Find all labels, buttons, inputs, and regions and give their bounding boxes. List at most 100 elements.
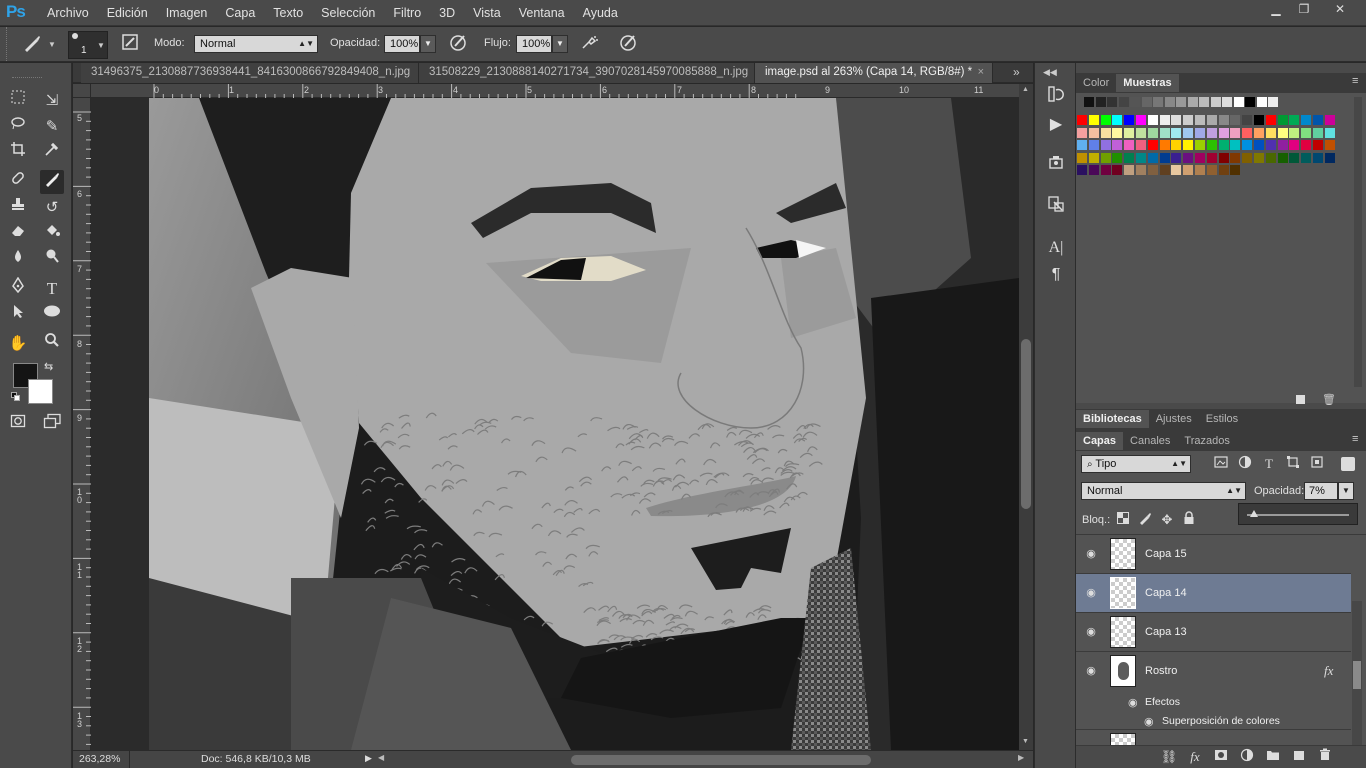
paint-bucket-tool-icon[interactable] (40, 222, 64, 246)
blur-tool-icon[interactable] (6, 248, 30, 272)
filter-adjustment-icon[interactable] (1236, 455, 1254, 473)
color-swatch[interactable] (1077, 127, 1087, 138)
new-layer-icon[interactable] (1290, 748, 1308, 766)
ellipse-tool-icon[interactable] (40, 303, 64, 327)
airbrush-icon[interactable] (578, 32, 602, 56)
tab-canales[interactable]: Canales (1123, 432, 1177, 450)
color-swatch[interactable] (1265, 152, 1276, 163)
minimize-button[interactable]: ▁ (1262, 2, 1290, 18)
menu-texto[interactable]: Texto (264, 0, 312, 26)
color-swatch[interactable] (1277, 152, 1288, 163)
menu-archivo[interactable]: Archivo (38, 0, 98, 26)
color-swatch[interactable] (1183, 115, 1194, 125)
color-swatch[interactable] (1245, 97, 1255, 107)
dodge-tool-icon[interactable] (40, 248, 64, 272)
history-brush-tool-icon[interactable]: ↺ (40, 196, 64, 220)
screen-mode-icon[interactable] (40, 413, 64, 437)
color-swatch[interactable] (1077, 165, 1087, 175)
menu-ventana[interactable]: Ventana (510, 0, 574, 26)
character-panel-icon[interactable]: A| (1044, 236, 1068, 260)
color-swatch[interactable] (1112, 152, 1123, 163)
color-swatch[interactable] (1268, 97, 1278, 107)
color-swatch[interactable] (1233, 97, 1244, 107)
color-swatch[interactable] (1289, 152, 1300, 163)
color-swatch[interactable] (1301, 152, 1312, 163)
scroll-up-icon[interactable]: ▲ (1022, 86, 1029, 93)
brush-preset-arrow[interactable]: ▼ (48, 40, 56, 49)
layer-row-capa-15[interactable]: ◉ Capa 15 (1076, 535, 1351, 574)
status-menu-arrow-icon[interactable]: ▶ (365, 753, 372, 764)
lasso-tool-icon[interactable] (6, 115, 30, 139)
color-swatch[interactable] (1183, 165, 1194, 175)
color-swatch[interactable] (1256, 97, 1267, 107)
tool-presets-panel-icon[interactable] (1044, 153, 1068, 177)
ruler-vertical[interactable]: 5 6 7 8 9 1 0 1 1 1 2 1 3 (73, 98, 91, 750)
color-swatch[interactable] (1289, 127, 1300, 138)
color-swatch[interactable] (1112, 165, 1123, 175)
tab-color[interactable]: Color (1076, 74, 1116, 92)
effect-eye-icon[interactable]: ◉ (1144, 715, 1154, 728)
color-swatch[interactable] (1141, 97, 1152, 107)
scroll-right-icon[interactable]: ▶ (1018, 753, 1024, 762)
color-swatch[interactable] (1324, 140, 1335, 150)
delete-layer-icon[interactable] (1316, 748, 1334, 766)
close-window-button[interactable]: ✕ (1322, 2, 1358, 18)
color-swatch[interactable] (1265, 127, 1276, 138)
new-adjustment-icon[interactable] (1238, 748, 1256, 766)
add-style-fx-icon[interactable]: fx (1186, 748, 1204, 766)
color-swatch[interactable] (1088, 152, 1099, 163)
effects-eye-icon[interactable]: ◉ (1128, 696, 1138, 709)
color-swatch[interactable] (1183, 140, 1194, 150)
tab-ajustes[interactable]: Ajustes (1149, 410, 1199, 428)
color-swatch[interactable] (1230, 127, 1241, 138)
color-swatch[interactable] (1324, 152, 1335, 163)
color-swatch[interactable] (1088, 127, 1099, 138)
flow-dropdown[interactable]: ▼ (552, 35, 568, 53)
layer-effects-fx-icon[interactable]: fx (1324, 663, 1333, 679)
swatches-scrollbar[interactable] (1354, 97, 1362, 387)
quick-selection-tool-icon[interactable]: ✎ (40, 115, 64, 139)
color-swatch[interactable] (1230, 115, 1241, 125)
color-swatch[interactable] (1077, 115, 1087, 125)
color-swatch[interactable] (1265, 140, 1276, 150)
color-swatch[interactable] (1088, 140, 1099, 150)
color-swatch[interactable] (1171, 140, 1182, 150)
color-swatch[interactable] (1242, 152, 1253, 163)
color-swatch[interactable] (1324, 115, 1335, 125)
color-swatch[interactable] (1171, 165, 1182, 175)
menu-edicion[interactable]: Edición (98, 0, 157, 26)
path-selection-tool-icon[interactable] (6, 303, 30, 327)
opacity-dropdown[interactable]: ▼ (420, 35, 436, 53)
color-swatch[interactable] (1136, 115, 1146, 125)
color-swatch[interactable] (1100, 152, 1111, 163)
color-swatch[interactable] (1171, 115, 1182, 125)
color-swatch[interactable] (1324, 127, 1335, 138)
tab-capas[interactable]: Capas (1076, 432, 1124, 450)
zoom-level[interactable]: 263,28% (79, 753, 120, 765)
brush-preset-icon[interactable] (20, 32, 44, 56)
scroll-left-icon[interactable]: ◀ (378, 753, 384, 762)
tab-document-2[interactable]: 31508229_2130888140271734_39070281459700… (419, 63, 755, 83)
background-color-swatch[interactable] (28, 379, 53, 404)
paragraph-panel-icon[interactable]: ¶ (1044, 263, 1068, 287)
color-swatch[interactable] (1112, 127, 1123, 138)
panel-menu-icon[interactable]: ≡ (1352, 75, 1358, 87)
quick-mask-icon[interactable] (6, 413, 30, 437)
color-swatch[interactable] (1095, 97, 1106, 107)
color-swatch[interactable] (1313, 140, 1323, 150)
color-swatch[interactable] (1124, 165, 1135, 175)
color-swatch[interactable] (1084, 97, 1094, 107)
layer-opacity-dropdown[interactable]: ▼ (1338, 482, 1354, 500)
color-swatch[interactable] (1118, 97, 1129, 107)
color-swatch[interactable] (1230, 152, 1241, 163)
color-swatch[interactable] (1176, 97, 1186, 107)
color-swatch[interactable] (1195, 165, 1205, 175)
close-icon[interactable]: × (978, 63, 984, 82)
layer-row-capa-14[interactable]: ◉ Capa 14 (1076, 574, 1351, 613)
brush-size-box[interactable]: 1 ▼ (68, 31, 108, 59)
color-swatch[interactable] (1171, 152, 1182, 163)
layer-opacity-input[interactable]: 7% (1304, 482, 1338, 500)
lock-pixels-icon[interactable] (1136, 511, 1154, 529)
color-swatch[interactable] (1206, 115, 1217, 125)
tab-estilos[interactable]: Estilos (1199, 410, 1245, 428)
